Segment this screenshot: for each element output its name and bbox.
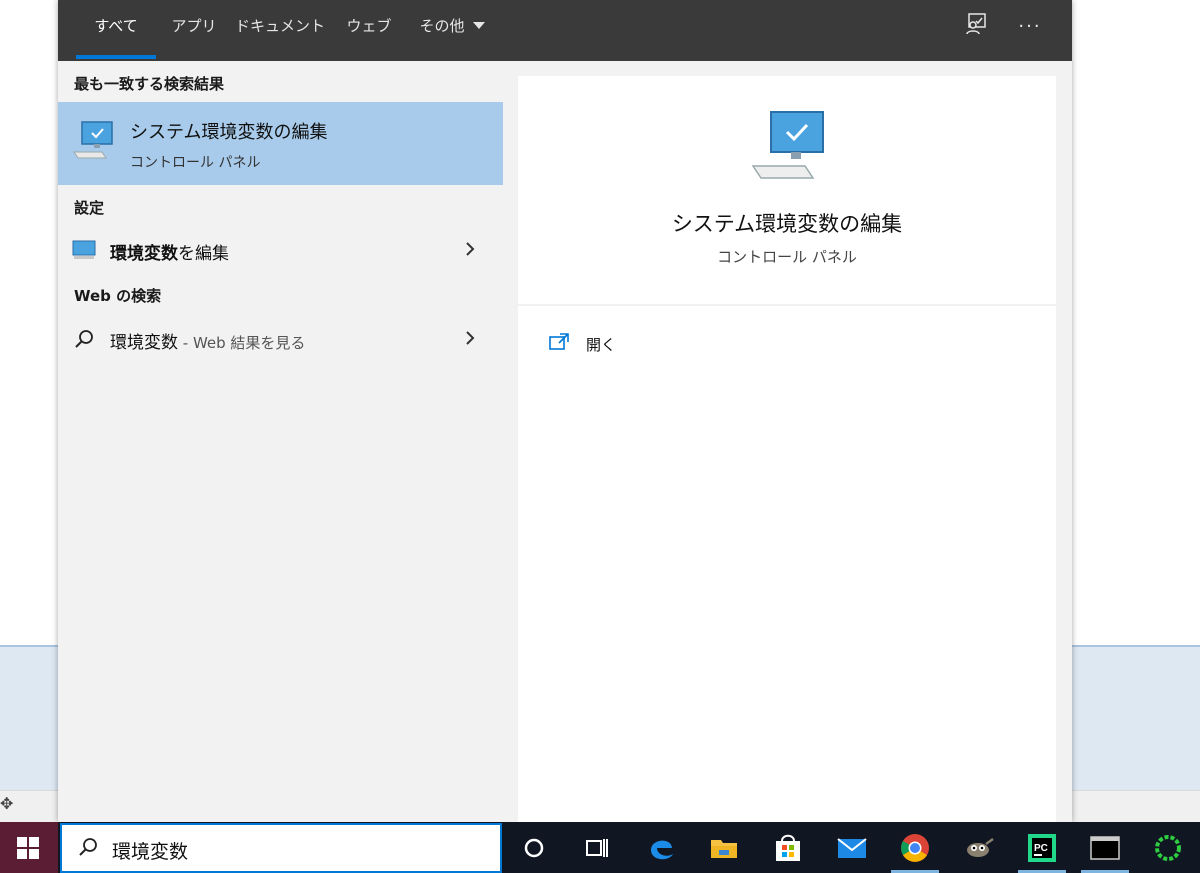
web-result-item[interactable]: 環境変数 - Web 結果を見る: [58, 317, 503, 361]
file-explorer-icon[interactable]: [706, 830, 742, 866]
feedback-icon[interactable]: [961, 12, 991, 42]
move-cursor-icon: ✥: [0, 794, 14, 813]
best-match-item[interactable]: システム環境変数の編集 コントロール パネル: [58, 102, 503, 185]
tab-documents[interactable]: ドキュメント: [235, 0, 325, 61]
computer-check-icon: [751, 111, 824, 179]
tab-all[interactable]: すべて: [76, 0, 156, 61]
web-result-label: 環境変数 - Web 結果を見る: [110, 333, 306, 353]
store-icon[interactable]: [770, 830, 806, 866]
detail-subtitle: コントロール パネル: [717, 248, 857, 266]
computer-check-icon: [73, 121, 113, 159]
taskbar: 環境変数 PC: [0, 822, 1200, 873]
start-search-panel: すべて アプリ ドキュメント ウェブ その他 ··· 最も一致する検索結果 シス…: [58, 0, 1072, 822]
feedback-icon-svg: [966, 13, 986, 35]
chrome-icon[interactable]: [897, 830, 933, 866]
best-match-subtitle: コントロール パネル: [130, 155, 261, 171]
mail-icon[interactable]: [834, 830, 870, 866]
open-external-icon: [549, 333, 569, 350]
pycharm-icon[interactable]: PC: [1024, 830, 1060, 866]
section-best-match: 最も一致する検索結果: [74, 75, 225, 93]
ellipsis-icon[interactable]: ···: [1015, 12, 1045, 42]
chevron-right-icon[interactable]: [463, 240, 477, 258]
detail-header: システム環境変数の編集 コントロール パネル: [518, 76, 1056, 306]
edge-browser-icon[interactable]: [643, 830, 679, 866]
gimp-icon[interactable]: [960, 830, 996, 866]
settings-result-item[interactable]: 環境変数を編集: [58, 228, 503, 272]
tab-more[interactable]: その他: [410, 0, 494, 61]
terminal-icon[interactable]: [1087, 830, 1123, 866]
results-list: 最も一致する検索結果 システム環境変数の編集 コントロール パネル 設定 環境変…: [58, 61, 503, 822]
search-input[interactable]: 環境変数: [112, 837, 188, 864]
cortana-icon[interactable]: [516, 830, 552, 866]
start-button[interactable]: [0, 822, 58, 873]
open-action-label: 開く: [586, 336, 617, 354]
tab-apps[interactable]: アプリ: [161, 0, 227, 61]
best-match-title: システム環境変数の編集: [130, 122, 328, 143]
task-view-icon[interactable]: [578, 830, 614, 866]
search-icon: [79, 838, 97, 856]
detail-pane: システム環境変数の編集 コントロール パネル 開く: [518, 76, 1056, 822]
chevron-right-icon[interactable]: [463, 329, 477, 347]
section-web-search: Web の検索: [74, 287, 162, 305]
tab-web[interactable]: ウェブ: [340, 0, 398, 61]
chevron-down-icon: [472, 22, 485, 29]
search-icon: [75, 330, 93, 348]
loading-ring-icon[interactable]: [1150, 830, 1186, 866]
taskbar-search-box[interactable]: 環境変数: [60, 823, 502, 873]
section-settings: 設定: [74, 199, 105, 217]
svg-text:PC: PC: [1034, 843, 1048, 854]
search-filter-bar: すべて アプリ ドキュメント ウェブ その他 ···: [58, 0, 1072, 61]
detail-title: システム環境変数の編集: [671, 212, 903, 236]
settings-result-label: 環境変数を編集: [110, 244, 229, 264]
windows-logo-icon: [17, 837, 39, 859]
monitor-icon: [72, 240, 96, 259]
